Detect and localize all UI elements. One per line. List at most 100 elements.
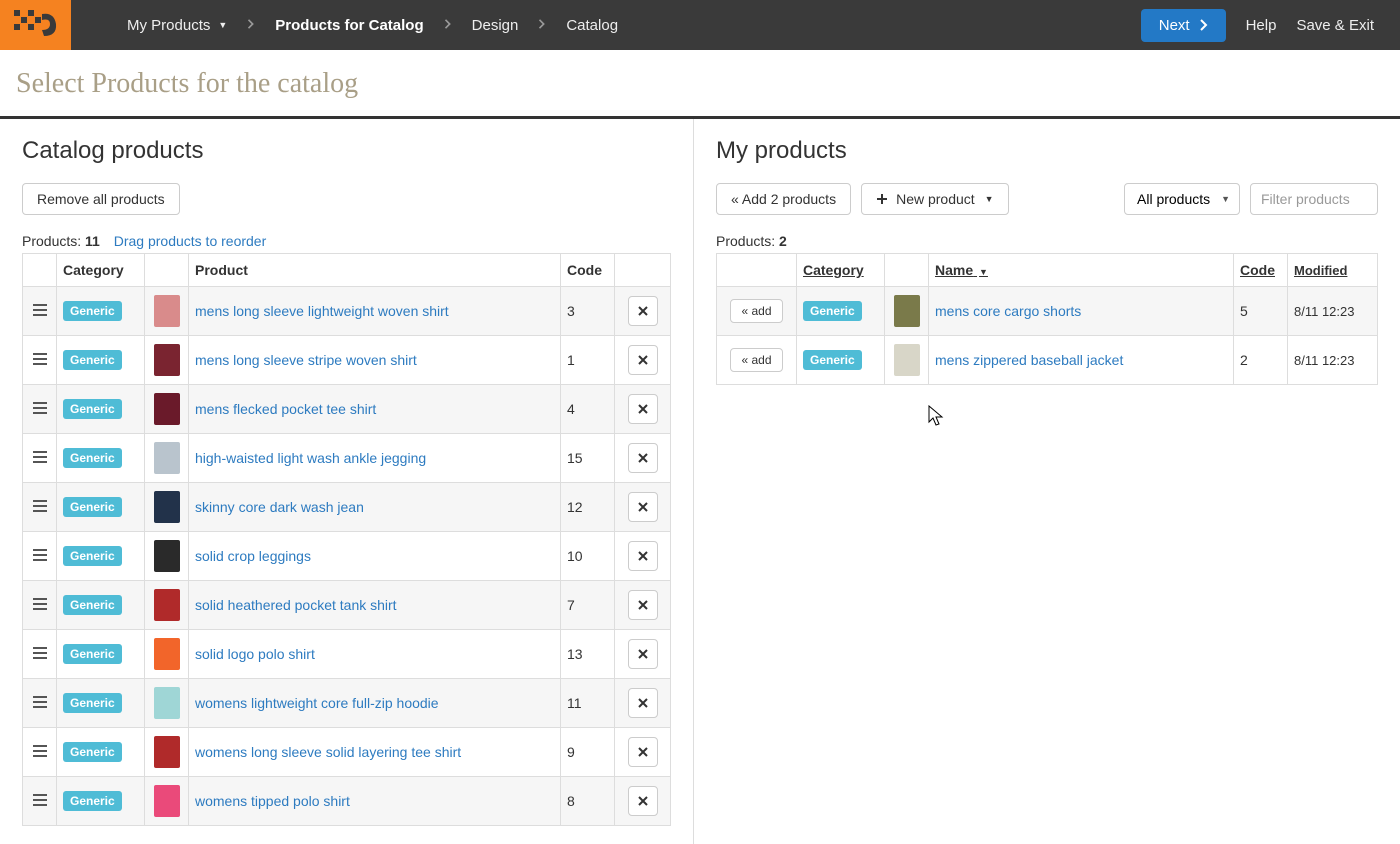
- category-cell: Generic: [797, 336, 885, 385]
- category-cell: Generic: [57, 777, 145, 826]
- remove-all-products-button[interactable]: Remove all products: [22, 183, 180, 215]
- thumbnail-cell: [145, 630, 189, 679]
- sort-asc-icon: ▼: [979, 267, 988, 277]
- table-row: Generic womens long sleeve solid layerin…: [23, 728, 671, 777]
- add-cell: « add: [717, 336, 797, 385]
- remove-product-button[interactable]: [628, 541, 658, 571]
- action-cell: [615, 483, 671, 532]
- product-link[interactable]: mens flecked pocket tee shirt: [195, 401, 376, 417]
- action-cell: [615, 385, 671, 434]
- close-icon: [638, 404, 648, 414]
- app-logo[interactable]: [0, 0, 71, 50]
- filter-products-input[interactable]: [1250, 183, 1378, 215]
- category-cell: Generic: [57, 434, 145, 483]
- col-category[interactable]: Category: [797, 254, 885, 287]
- category-cell: Generic: [57, 483, 145, 532]
- remove-product-button[interactable]: [628, 394, 658, 424]
- product-link[interactable]: womens tipped polo shirt: [195, 793, 350, 809]
- drag-handle[interactable]: [23, 532, 57, 581]
- action-cell: [615, 336, 671, 385]
- table-row: « add Generic mens core cargo shorts 5 8…: [717, 287, 1378, 336]
- category-cell: Generic: [797, 287, 885, 336]
- drag-handle[interactable]: [23, 483, 57, 532]
- remove-product-button[interactable]: [628, 296, 658, 326]
- product-link[interactable]: womens lightweight core full-zip hoodie: [195, 695, 439, 711]
- drag-handle[interactable]: [23, 434, 57, 483]
- product-link[interactable]: solid crop leggings: [195, 548, 311, 564]
- add-product-button[interactable]: « add: [730, 299, 782, 323]
- breadcrumb-design[interactable]: Design: [456, 17, 535, 34]
- col-name[interactable]: Name ▼: [929, 254, 1234, 287]
- breadcrumb-catalog[interactable]: Catalog: [550, 17, 634, 34]
- breadcrumb-products-for-catalog[interactable]: Products for Catalog: [259, 17, 439, 34]
- close-icon: [638, 796, 648, 806]
- product-link[interactable]: high-waisted light wash ankle jegging: [195, 450, 426, 466]
- drag-handle[interactable]: [23, 777, 57, 826]
- logo-icon: [14, 10, 58, 40]
- remove-product-button[interactable]: [628, 492, 658, 522]
- action-cell: [615, 434, 671, 483]
- product-link[interactable]: solid logo polo shirt: [195, 646, 315, 662]
- product-name-cell: solid heathered pocket tank shirt: [189, 581, 561, 630]
- my-products-toolbar: « Add 2 products New product ▼ All produ…: [716, 183, 1378, 215]
- help-link[interactable]: Help: [1246, 17, 1277, 34]
- breadcrumb: My Products ▼ Products for Catalog Desig…: [71, 17, 634, 34]
- thumbnail-cell: [145, 385, 189, 434]
- add-cell: « add: [717, 287, 797, 336]
- product-link[interactable]: mens core cargo shorts: [935, 303, 1081, 319]
- close-icon: [638, 649, 648, 659]
- plus-icon: [876, 193, 888, 205]
- breadcrumb-my-products[interactable]: My Products ▼: [111, 17, 243, 34]
- product-thumbnail: [894, 344, 920, 376]
- drag-handle[interactable]: [23, 728, 57, 777]
- category-badge: Generic: [63, 448, 122, 468]
- product-link[interactable]: skinny core dark wash jean: [195, 499, 364, 515]
- col-category: Category: [57, 254, 145, 287]
- thumbnail-cell: [145, 336, 189, 385]
- my-product-count: Products: 2: [716, 233, 1378, 249]
- catalog-products-heading: Catalog products: [22, 137, 671, 165]
- code-cell: 11: [561, 679, 615, 728]
- add-product-button[interactable]: « add: [730, 348, 782, 372]
- product-link[interactable]: mens zippered baseball jacket: [935, 352, 1123, 368]
- product-thumbnail: [154, 589, 180, 621]
- table-row: Generic solid heathered pocket tank shir…: [23, 581, 671, 630]
- close-icon: [638, 698, 648, 708]
- table-row: Generic mens long sleeve stripe woven sh…: [23, 336, 671, 385]
- catalog-products-pane: Catalog products Remove all products Pro…: [0, 119, 694, 844]
- next-button[interactable]: Next: [1141, 9, 1226, 42]
- close-icon: [638, 453, 648, 463]
- action-cell: [615, 679, 671, 728]
- remove-product-button[interactable]: [628, 345, 658, 375]
- remove-product-button[interactable]: [628, 639, 658, 669]
- product-link[interactable]: mens long sleeve stripe woven shirt: [195, 352, 417, 368]
- col-code[interactable]: Code: [1234, 254, 1288, 287]
- product-name-cell: womens tipped polo shirt: [189, 777, 561, 826]
- code-cell: 5: [1234, 287, 1288, 336]
- remove-product-button[interactable]: [628, 443, 658, 473]
- product-filter-select[interactable]: All products: [1124, 183, 1240, 215]
- add-selected-products-button[interactable]: « Add 2 products: [716, 183, 851, 215]
- drag-handle[interactable]: [23, 336, 57, 385]
- col-add: [717, 254, 797, 287]
- table-row: Generic skinny core dark wash jean 12: [23, 483, 671, 532]
- drag-handle[interactable]: [23, 679, 57, 728]
- product-link[interactable]: solid heathered pocket tank shirt: [195, 597, 397, 613]
- remove-product-button[interactable]: [628, 688, 658, 718]
- drag-handle[interactable]: [23, 581, 57, 630]
- product-thumbnail: [154, 638, 180, 670]
- remove-product-button[interactable]: [628, 786, 658, 816]
- code-cell: 4: [561, 385, 615, 434]
- table-row: Generic solid crop leggings 10: [23, 532, 671, 581]
- product-link[interactable]: womens long sleeve solid layering tee sh…: [195, 744, 461, 760]
- new-product-button[interactable]: New product ▼: [861, 183, 1009, 215]
- drag-handle[interactable]: [23, 287, 57, 336]
- close-icon: [638, 355, 648, 365]
- remove-product-button[interactable]: [628, 590, 658, 620]
- drag-handle[interactable]: [23, 385, 57, 434]
- remove-product-button[interactable]: [628, 737, 658, 767]
- drag-handle[interactable]: [23, 630, 57, 679]
- product-link[interactable]: mens long sleeve lightweight woven shirt: [195, 303, 449, 319]
- col-modified[interactable]: Modified: [1288, 254, 1378, 287]
- save-exit-link[interactable]: Save & Exit: [1296, 17, 1374, 34]
